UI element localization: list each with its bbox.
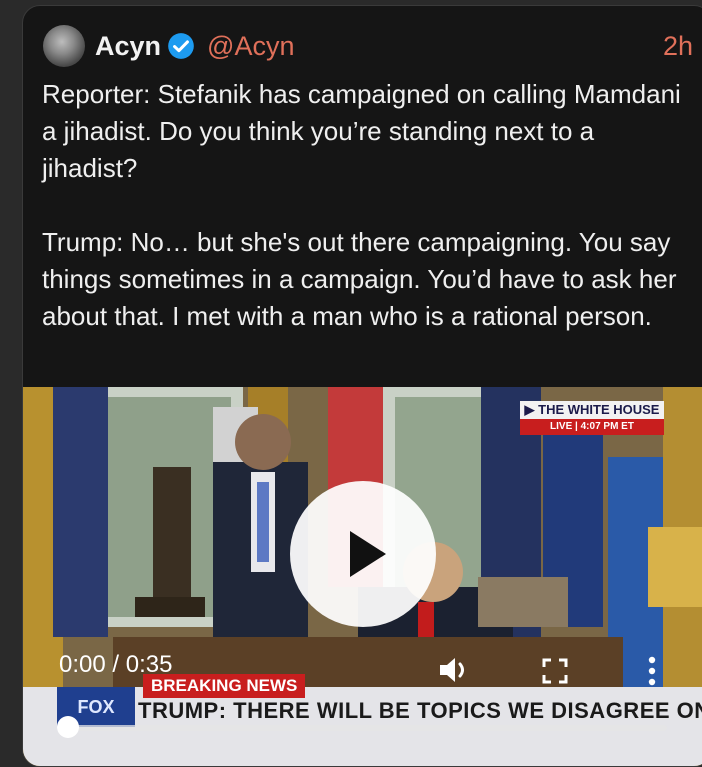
- post-text: Reporter: Stefanik has campaigned on cal…: [42, 76, 682, 335]
- volume-icon[interactable]: [437, 655, 473, 685]
- avatar[interactable]: [43, 25, 85, 67]
- display-name[interactable]: Acyn: [95, 31, 161, 62]
- progress-bar[interactable]: [67, 725, 667, 731]
- time-display: 0:00 / 0:35: [59, 651, 173, 678]
- location-graphic: ▶ THE WHITE HOUSE LIVE | 4:07 PM ET: [520, 401, 664, 437]
- handle[interactable]: @Acyn: [207, 31, 294, 62]
- more-vertical-icon[interactable]: [646, 655, 658, 687]
- post-card[interactable]: Acyn @Acyn 2h Reporter: Stefanik has cam…: [22, 5, 702, 767]
- video-player[interactable]: ▶ THE WHITE HOUSE LIVE | 4:07 PM ET FOX …: [23, 387, 702, 766]
- headline-ticker: TRUMP: THERE WILL BE TOPICS WE DISAGREE …: [138, 698, 702, 723]
- play-icon: [350, 531, 386, 577]
- progress-handle[interactable]: [57, 716, 79, 738]
- timestamp[interactable]: 2h: [663, 31, 693, 62]
- post-paragraph: Trump: No… but she's out there campaigni…: [42, 227, 684, 331]
- post-paragraph: Reporter: Stefanik has campaigned on cal…: [42, 79, 689, 183]
- post-header: Acyn @Acyn 2h: [43, 18, 693, 74]
- location-title: ▶ THE WHITE HOUSE: [520, 401, 664, 419]
- verified-badge-icon: [168, 33, 194, 59]
- live-label: LIVE | 4:07 PM ET: [520, 419, 664, 435]
- play-button[interactable]: [290, 481, 436, 627]
- fullscreen-icon[interactable]: [541, 657, 569, 685]
